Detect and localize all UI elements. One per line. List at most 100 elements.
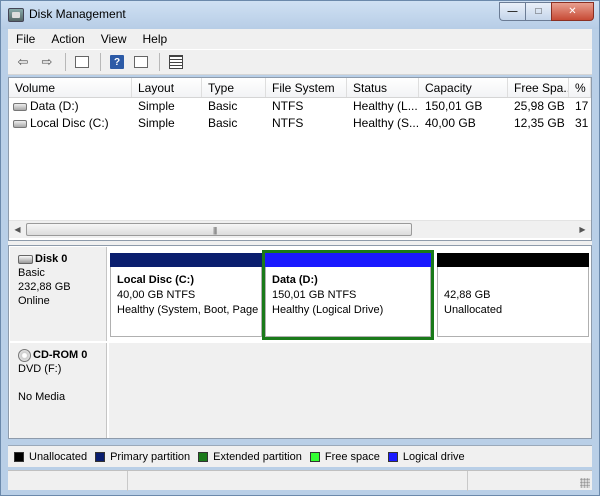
menu-action[interactable]: Action	[43, 29, 92, 49]
toolbar-separator	[65, 53, 66, 71]
settings-button[interactable]	[165, 52, 187, 72]
cdrom0-status: No Media	[18, 391, 66, 403]
status-cell: Healthy (L...	[353, 99, 418, 113]
legend-label: Unallocated	[29, 450, 88, 463]
column-header-free-space[interactable]: Free Spa...	[508, 78, 569, 97]
status-pane	[128, 471, 468, 491]
partition-body: Data (D:) 150,01 GB NTFS Healthy (Logica…	[265, 267, 431, 337]
legend: Unallocated Primary partition Extended p…	[8, 445, 592, 467]
pane-icon	[134, 56, 148, 68]
partition-local-disc-c[interactable]: Local Disc (C:) 40,00 GB NTFS Healthy (S…	[110, 253, 262, 337]
partition-body: 42,88 GB Unallocated	[437, 267, 589, 337]
disk0-status: Online	[18, 295, 50, 307]
properties-icon	[75, 56, 89, 68]
legend-item-extended-partition: Extended partition	[198, 451, 302, 463]
table-row[interactable]: Local Disc (C:) Simple Basic NTFS Health…	[9, 115, 591, 132]
cdrom0-media-area[interactable]	[109, 343, 591, 438]
back-arrow-icon: ⇦	[17, 54, 29, 69]
column-header-status[interactable]: Status	[347, 78, 419, 97]
toolbar-separator	[159, 53, 160, 71]
primary-partition-swatch	[95, 451, 106, 462]
partition-size: 40,00 GB NTFS	[117, 289, 196, 301]
partition-body: Local Disc (C:) 40,00 GB NTFS Healthy (S…	[110, 267, 262, 337]
volume-list: Volume Layout Type File System Status Ca…	[8, 77, 592, 241]
scroll-left-icon[interactable]: ◀	[9, 221, 26, 238]
cdrom0-name-text: CD-ROM 0	[33, 349, 88, 361]
partition-title: Local Disc (C:)	[117, 274, 195, 286]
scroll-thumb[interactable]: |||	[26, 223, 412, 236]
toolbar: ⇦ ⇨ ?	[8, 49, 592, 75]
free-space-cell: 12,35 GB	[514, 116, 565, 130]
logical-drive-swatch	[387, 451, 398, 462]
free-space-cell: 25,98 GB	[514, 99, 565, 113]
caption-buttons: — □ ✕	[499, 2, 594, 21]
partition-size: 42,88 GB	[444, 289, 491, 301]
help-button[interactable]: ?	[106, 52, 128, 72]
volume-cell: Data (D:)	[9, 98, 132, 115]
column-header-percent-free[interactable]: % F	[569, 78, 591, 97]
menu-help[interactable]: Help	[135, 29, 176, 49]
menu-bar: File Action View Help	[8, 29, 592, 49]
window-title: Disk Management	[29, 7, 126, 21]
partition-status: Healthy (System, Boot, Page	[117, 304, 259, 316]
show-hide-pane-button[interactable]	[130, 52, 152, 72]
capacity-cell: 40,00 GB	[425, 116, 476, 130]
legend-label: Free space	[324, 450, 380, 463]
horizontal-scrollbar[interactable]: ◀ ||| ▶	[9, 220, 591, 238]
scroll-grip-icon: |||	[213, 226, 217, 235]
close-button[interactable]: ✕	[551, 2, 594, 21]
disk0-label[interactable]: Disk 0 Basic 232,88 GB Online	[10, 247, 107, 341]
column-header-layout[interactable]: Layout	[132, 78, 202, 97]
column-header-volume[interactable]: Volume	[9, 78, 132, 97]
unallocated-swatch	[14, 451, 24, 462]
volume-name: Local Disc (C:)	[30, 116, 109, 130]
menu-view[interactable]: View	[93, 29, 135, 49]
percent-free-cell: 17	[575, 99, 589, 113]
forward-button[interactable]: ⇨	[36, 52, 58, 72]
column-headers: Volume Layout Type File System Status Ca…	[9, 78, 591, 98]
partition-data-d[interactable]: Data (D:) 150,01 GB NTFS Healthy (Logica…	[262, 250, 434, 340]
back-button[interactable]: ⇦	[12, 52, 34, 72]
legend-label: Logical drive	[402, 450, 465, 463]
partition-size: 150,01 GB NTFS	[272, 289, 357, 301]
layout-cell: Simple	[138, 116, 175, 130]
menu-file[interactable]: File	[8, 29, 43, 49]
disk0-name-text: Disk 0	[35, 253, 68, 265]
partition-status: Healthy (Logical Drive)	[272, 304, 384, 316]
scroll-right-icon[interactable]: ▶	[574, 221, 591, 238]
disk-management-window: Disk Management — □ ✕ File Action View H…	[0, 0, 600, 496]
legend-item-primary-partition: Primary partition	[95, 451, 190, 463]
legend-label: Extended partition	[213, 450, 302, 463]
cdrom0-label[interactable]: CD-ROM 0 DVD (F:) No Media	[10, 343, 107, 438]
cdrom0-name: CD-ROM 0	[18, 348, 106, 362]
partition-title	[444, 273, 588, 288]
drive-icon	[13, 102, 27, 111]
resize-grip-icon[interactable]	[580, 478, 590, 488]
minimize-button[interactable]: —	[499, 2, 525, 21]
title-bar[interactable]: Disk Management — □ ✕	[1, 1, 599, 29]
extended-partition-swatch	[198, 451, 209, 462]
unallocated-bar	[437, 253, 589, 267]
free-space-swatch	[309, 451, 320, 462]
percent-free-cell: 31	[575, 116, 589, 130]
column-header-capacity[interactable]: Capacity	[419, 78, 508, 97]
status-bar	[8, 470, 592, 491]
status-pane	[8, 471, 128, 491]
properties-button[interactable]	[71, 52, 93, 72]
help-icon: ?	[110, 55, 124, 69]
type-cell: Basic	[208, 116, 238, 130]
hard-disk-icon	[18, 254, 33, 264]
column-header-file-system[interactable]: File System	[266, 78, 347, 97]
file-system-cell: NTFS	[272, 116, 304, 130]
table-row[interactable]: Data (D:) Simple Basic NTFS Healthy (L..…	[9, 98, 591, 115]
legend-item-free-space: Free space	[309, 450, 380, 463]
volume-name: Data (D:)	[30, 99, 79, 113]
maximize-button[interactable]: □	[525, 2, 551, 21]
disk0-size: 232,88 GB	[18, 281, 71, 293]
layout-cell: Simple	[138, 99, 175, 113]
partition-status: Unallocated	[444, 304, 503, 316]
column-header-type[interactable]: Type	[202, 78, 266, 97]
partition-unallocated[interactable]: 42,88 GB Unallocated	[437, 253, 589, 337]
disk0-type: Basic	[18, 267, 45, 279]
